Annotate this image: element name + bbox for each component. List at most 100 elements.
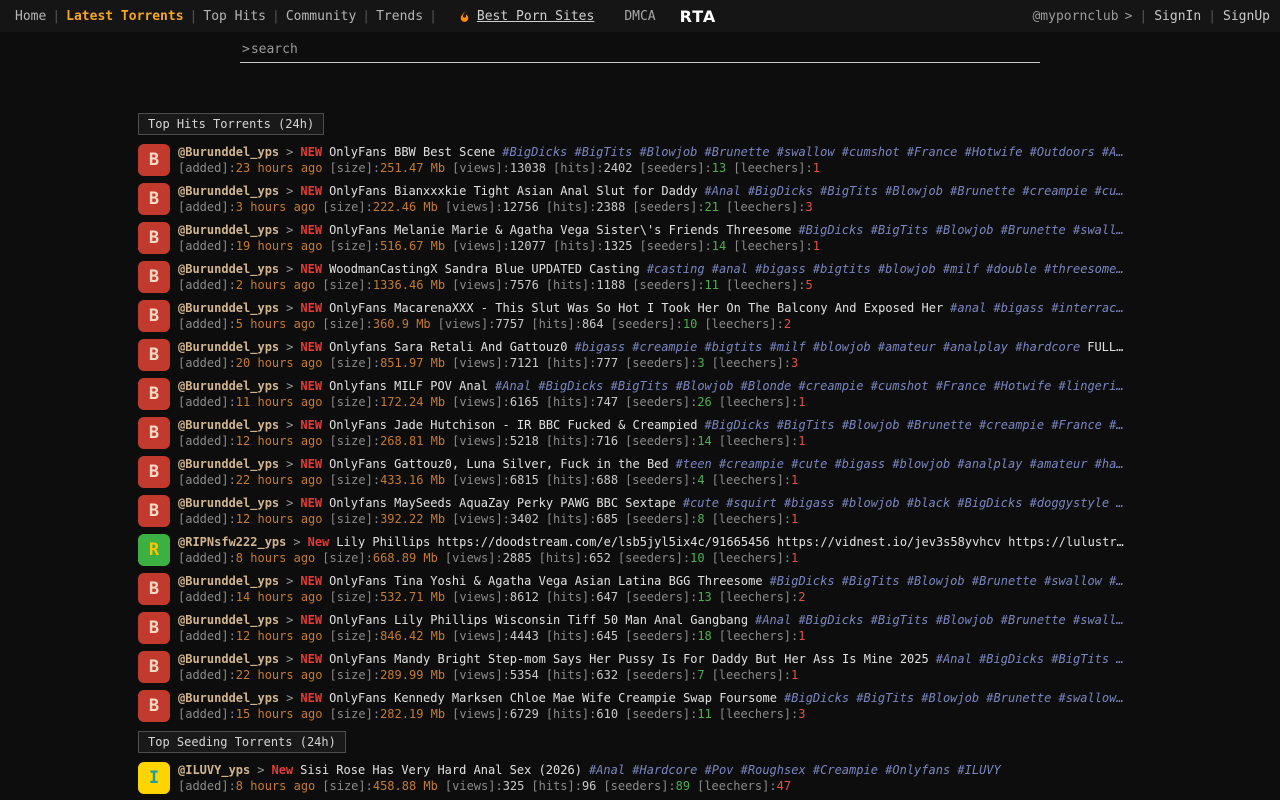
torrent-meta-line: [added]:8 hours ago[size]:458.88 Mb[view… — [178, 778, 1150, 794]
uploader-name[interactable]: @Burunddel_yps — [178, 652, 279, 666]
uploader-name[interactable]: @Burunddel_yps — [178, 418, 279, 432]
uploader-avatar[interactable]: R — [138, 534, 170, 566]
uploader-avatar[interactable]: B — [138, 378, 170, 410]
torrent-tags[interactable]: #BigDicks #BigTits #Blowjob #Brunette #s… — [770, 574, 1124, 588]
dmca-link[interactable]: DMCA — [624, 9, 655, 24]
torrent-tags[interactable]: #Anal #BigDicks #BigTits #Blowjob #Blond… — [495, 379, 1124, 393]
torrent-title[interactable]: Onlyfans Sara Retali And Gattouz0 — [329, 340, 567, 354]
torrent-tags[interactable]: #Anal #BigDicks #BigTits #Blowjob #Brune… — [705, 184, 1124, 198]
uploader-avatar[interactable]: B — [138, 417, 170, 449]
uploader-avatar[interactable]: B — [138, 495, 170, 527]
torrent-title[interactable]: OnlyFans Mandy Bright Step-mom Says Her … — [329, 652, 929, 666]
uploader-name[interactable]: @Burunddel_yps — [178, 379, 279, 393]
size-value: 516.67 Mb — [380, 239, 445, 253]
uploader-avatar[interactable]: B — [138, 183, 170, 215]
torrent-tags[interactable]: #BigDicks #BigTits #Blowjob #Brunette #s… — [502, 145, 1123, 159]
torrent-tags[interactable]: #casting #anal #bigass #bigtits #blowjob… — [647, 262, 1124, 276]
torrent-title[interactable]: OnlyFans Lily Phillips Wisconsin Tiff 50… — [329, 613, 748, 627]
torrent-title-line: @Burunddel_yps>NEWOnlyfans Sara Retali A… — [178, 339, 1150, 355]
uploader-avatar[interactable]: B — [138, 339, 170, 371]
torrent-meta-line: [added]:23 hours ago[size]:251.47 Mb[vie… — [178, 160, 1150, 176]
uploader-name[interactable]: @Burunddel_yps — [178, 262, 279, 276]
torrent-title[interactable]: OnlyFans Jade Hutchison - IR BBC Fucked … — [329, 418, 697, 432]
torrent-title[interactable]: Lily Phillips https://doodstream.com/e/l… — [336, 535, 1123, 549]
uploader-name[interactable]: @RIPNsfw222_yps — [178, 535, 286, 549]
uploader-name[interactable]: @Burunddel_yps — [178, 340, 279, 354]
uploader-name[interactable]: @Burunddel_yps — [178, 223, 279, 237]
views-label: [views]: — [452, 473, 510, 487]
nav-item-home[interactable]: Home — [10, 9, 51, 24]
torrent-title[interactable]: OnlyFans Gattouz0, Luna Silver, Fuck in … — [329, 457, 669, 471]
torrent-info: @Burunddel_yps>NEWOnlyFans Lily Phillips… — [178, 612, 1150, 644]
torrent-title[interactable]: OnlyFans Melanie Marie & Agatha Vega Sis… — [329, 223, 791, 237]
uploader-avatar[interactable]: B — [138, 573, 170, 605]
added-value: 12 hours ago — [236, 629, 323, 643]
torrent-tags[interactable]: #BigDicks #BigTits #Blowjob #Brunette #s… — [784, 691, 1124, 705]
uploader-avatar[interactable]: B — [138, 612, 170, 644]
uploader-name[interactable]: @Burunddel_yps — [178, 457, 279, 471]
torrent-title[interactable]: Onlyfans MaySeeds AquaZay Perky PAWG BBC… — [329, 496, 676, 510]
uploader-name[interactable]: @Burunddel_yps — [178, 184, 279, 198]
seeders-value: 11 — [705, 278, 719, 292]
torrent-meta-line: [added]:20 hours ago[size]:851.97 Mb[vie… — [178, 355, 1150, 371]
torrent-title[interactable]: OnlyFans Kennedy Marksen Chloe Mae Wife … — [329, 691, 777, 705]
torrent-title[interactable]: Onlyfans MILF POV Anal — [329, 379, 488, 393]
torrent-section: Top Seeding Torrents (24h) I @ILUVY_yps>… — [138, 731, 1150, 800]
torrent-tags[interactable]: #Anal #Hardcore #Pov #Roughsex #Creampie… — [589, 763, 1001, 777]
uploader-name[interactable]: @Burunddel_yps — [178, 496, 279, 510]
added-label: [added]: — [178, 551, 236, 565]
torrent-tags[interactable]: #teen #creampie #cute #bigass #blowjob #… — [676, 457, 1124, 471]
uploader-avatar[interactable]: B — [138, 456, 170, 488]
best-porn-sites-link[interactable]: Best Porn Sites — [458, 9, 594, 24]
search-prompt: > — [242, 42, 250, 57]
torrent-meta-line: [added]:15 hours ago[size]:282.19 Mb[vie… — [178, 706, 1150, 722]
size-label: [size]: — [330, 434, 381, 448]
uploader-name[interactable]: @ILUVY_yps — [178, 763, 250, 777]
torrent-info: @Burunddel_yps>NEWOnlyFans Tina Yoshi & … — [178, 573, 1150, 605]
torrent-tags[interactable]: #anal #bigass #interrac… — [950, 301, 1123, 315]
nav-item-trends[interactable]: Trends — [371, 9, 428, 24]
uploader-name[interactable]: @Burunddel_yps — [178, 691, 279, 705]
hits-value: 1188 — [596, 278, 625, 292]
uploader-avatar[interactable]: B — [138, 690, 170, 722]
account-name[interactable]: @mypornclub — [1032, 9, 1118, 24]
torrent-tags[interactable]: #cute #squirt #bigass #blowjob #black #B… — [683, 496, 1124, 510]
added-label: [added]: — [178, 629, 236, 643]
chevron-right-icon: > — [286, 379, 293, 393]
torrent-tags[interactable]: #Anal #BigDicks #BigTits … — [936, 652, 1124, 666]
torrent-title-line: @RIPNsfw222_yps>NewLily Phillips https:/… — [178, 534, 1150, 550]
uploader-avatar[interactable]: B — [138, 144, 170, 176]
uploader-name[interactable]: @Burunddel_yps — [178, 574, 279, 588]
torrent-title[interactable]: OnlyFans Tina Yoshi & Agatha Vega Asian … — [329, 574, 762, 588]
size-label: [size]: — [322, 200, 373, 214]
torrent-title[interactable]: Sisi Rose Has Very Hard Anal Sex (2026) — [300, 763, 582, 777]
nav-item-latest-torrents[interactable]: Latest Torrents — [61, 9, 188, 24]
nav-item-community[interactable]: Community — [281, 9, 361, 24]
added-value: 20 hours ago — [236, 356, 323, 370]
signup-link[interactable]: SignUp — [1223, 9, 1270, 24]
nav-item-top-hits[interactable]: Top Hits — [198, 9, 271, 24]
torrent-title[interactable]: WoodmanCastingX Sandra Blue UPDATED Cast… — [329, 262, 640, 276]
torrent-title-line: @Burunddel_yps>NEWOnlyFans Kennedy Marks… — [178, 690, 1150, 706]
torrent-tags[interactable]: #BigDicks #BigTits #Blowjob #Brunette #c… — [705, 418, 1124, 432]
torrent-section: Top Hits Torrents (24h) B @Burunddel_yps… — [138, 113, 1150, 722]
uploader-avatar[interactable]: B — [138, 651, 170, 683]
uploader-avatar[interactable]: B — [138, 300, 170, 332]
signin-link[interactable]: SignIn — [1154, 9, 1201, 24]
torrent-title-tail: FULL… — [1087, 340, 1123, 354]
uploader-avatar[interactable]: B — [138, 222, 170, 254]
uploader-avatar[interactable]: I — [138, 762, 170, 794]
uploader-name[interactable]: @Burunddel_yps — [178, 145, 279, 159]
uploader-name[interactable]: @Burunddel_yps — [178, 613, 279, 627]
torrent-tags[interactable]: #Anal #BigDicks #BigTits #Blowjob #Brune… — [755, 613, 1123, 627]
torrent-info: @Burunddel_yps>NEWOnlyFans Bianxxxkie Ti… — [178, 183, 1150, 215]
uploader-avatar[interactable]: B — [138, 261, 170, 293]
search-input[interactable] — [251, 42, 1038, 57]
torrent-title[interactable]: OnlyFans MacarenaXXX - This Slut Was So … — [329, 301, 943, 315]
torrent-tags[interactable]: #bigass #creampie #bigtits #milf #blowjo… — [575, 340, 1081, 354]
torrent-tags[interactable]: #BigDicks #BigTits #Blowjob #Brunette #s… — [798, 223, 1123, 237]
torrent-title[interactable]: OnlyFans Bianxxxkie Tight Asian Anal Slu… — [329, 184, 697, 198]
uploader-name[interactable]: @Burunddel_yps — [178, 301, 279, 315]
torrent-info: @Burunddel_yps>NEWOnlyfans MILF POV Anal… — [178, 378, 1150, 410]
torrent-title[interactable]: OnlyFans BBW Best Scene — [329, 145, 495, 159]
